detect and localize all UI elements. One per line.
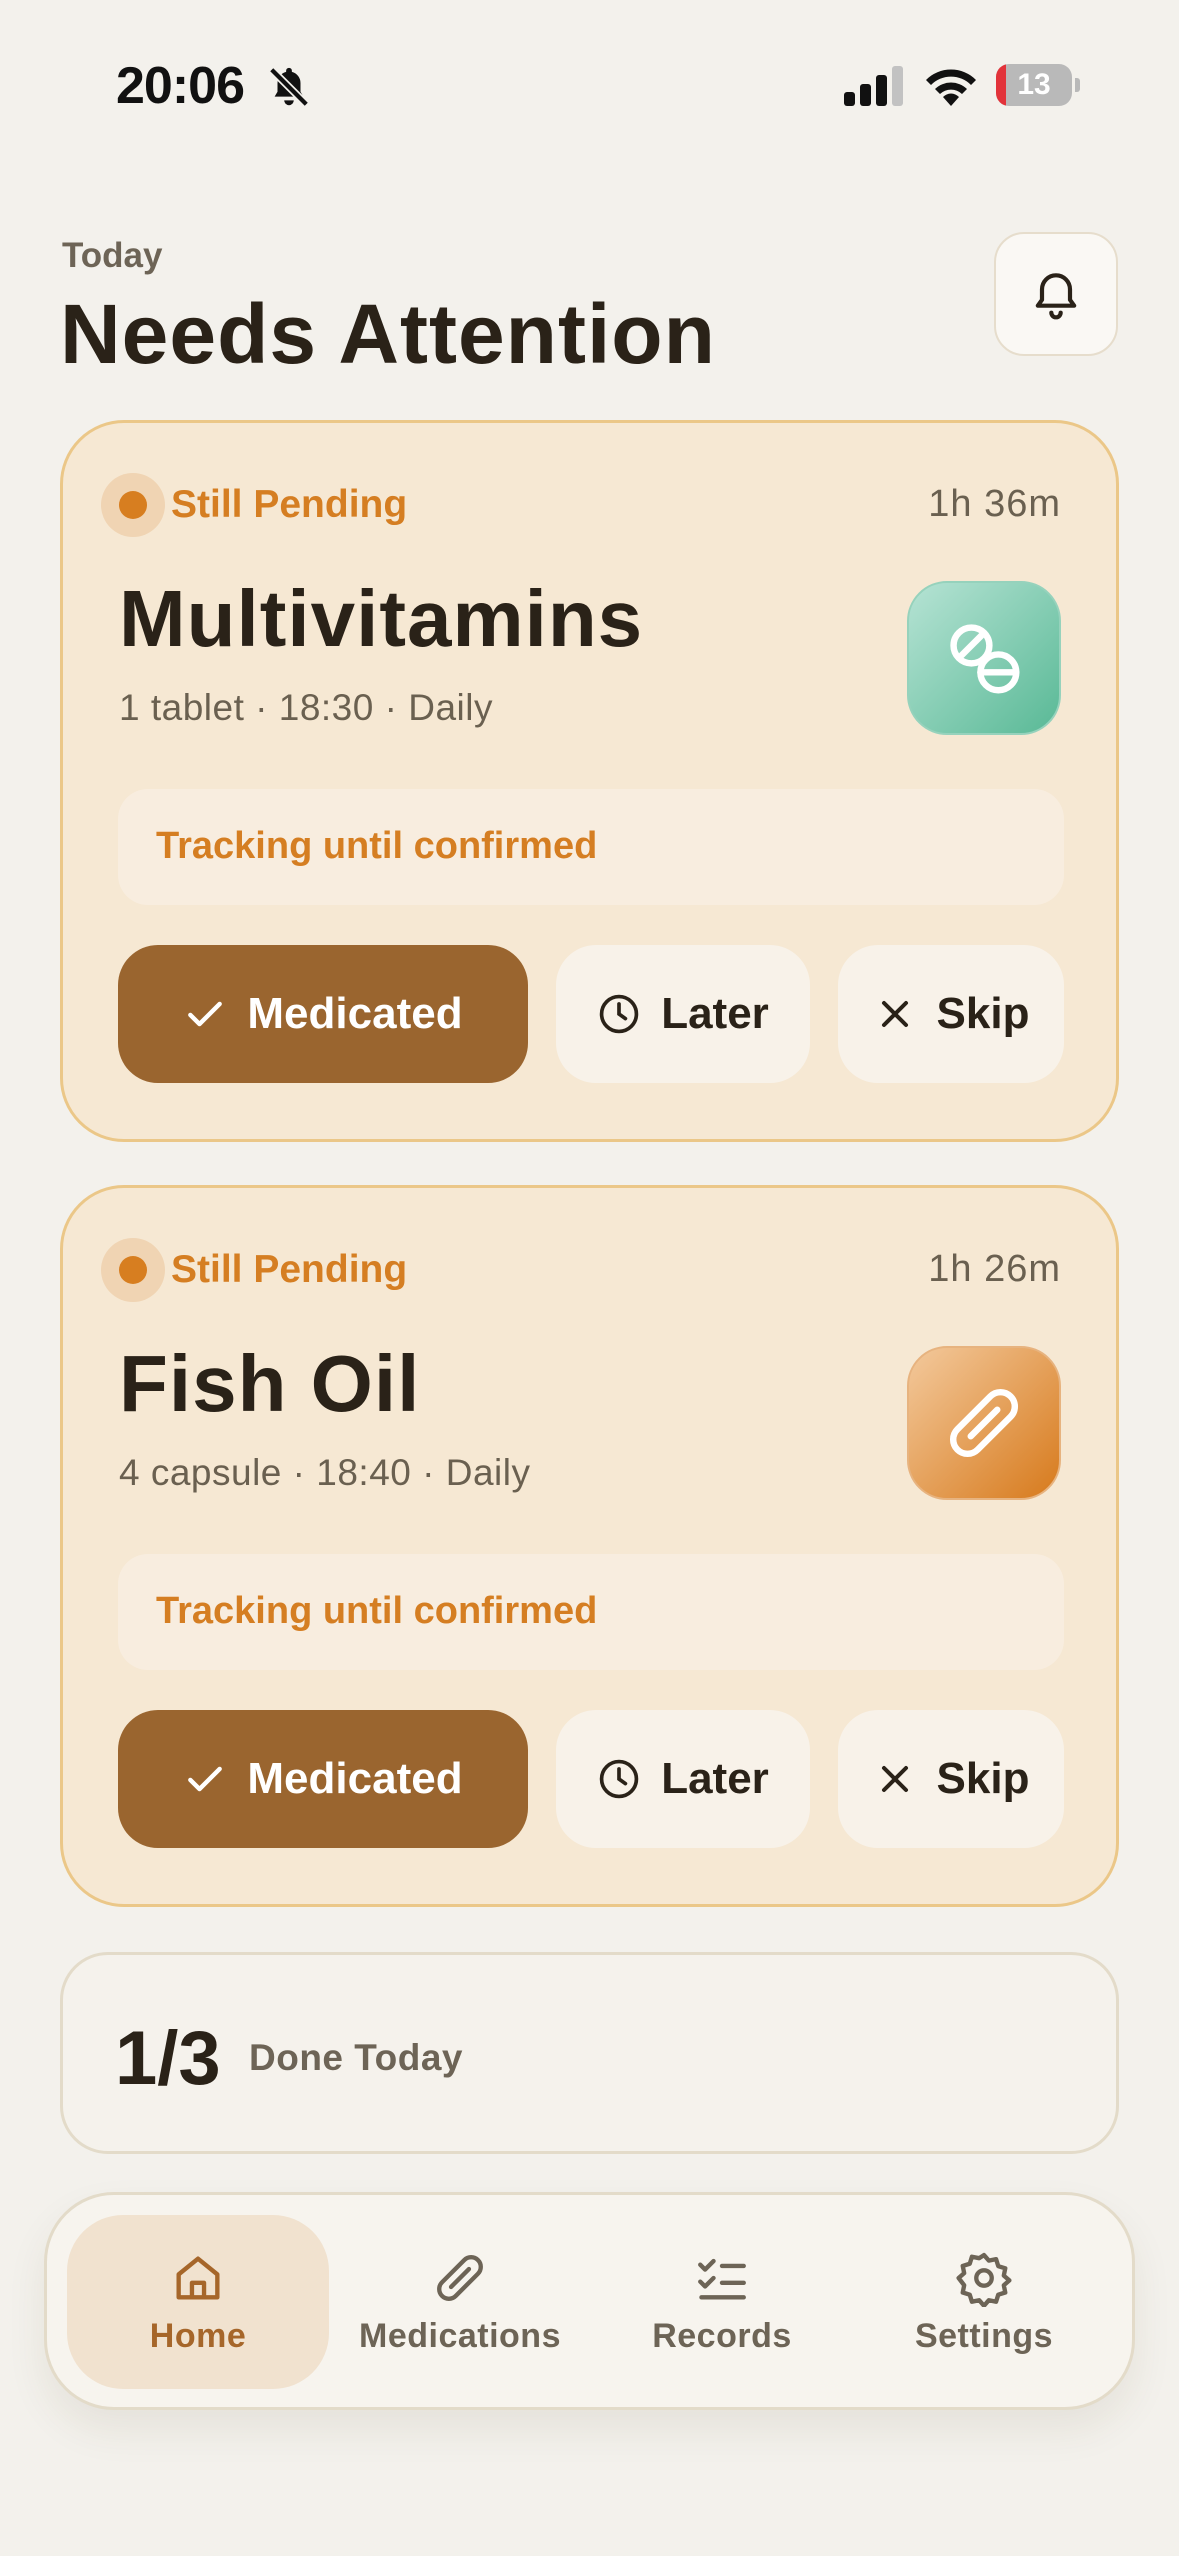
skip-button[interactable]: Skip — [838, 1710, 1064, 1848]
medication-detail: 1 tablet · 18:30 · Daily — [119, 687, 493, 728]
check-icon — [188, 1766, 223, 1792]
status-label: Still Pending — [171, 1248, 408, 1291]
capsule-icon — [437, 2254, 483, 2301]
page-title: Needs Attention — [60, 287, 716, 381]
tablets-icon — [950, 624, 1020, 694]
pending-dot — [101, 473, 165, 537]
tab-medications[interactable]: Medications — [329, 2215, 591, 2389]
close-icon — [881, 1000, 908, 1028]
countdown: 1h 26m — [928, 1248, 1061, 1290]
later-label: Later — [661, 1754, 769, 1803]
medication-icon-tile — [907, 1346, 1061, 1500]
clock-icon — [599, 994, 639, 1034]
later-button[interactable]: Later — [556, 945, 810, 1083]
medication-name: Multivitamins — [119, 574, 644, 663]
later-label: Later — [661, 989, 769, 1038]
capsule-icon — [949, 1388, 1019, 1458]
tab-bar: Home Medications Records Settings — [44, 2192, 1135, 2410]
status-time: 20:06 — [116, 57, 245, 115]
cellular-signal-icon — [844, 66, 903, 106]
pending-dot — [101, 1238, 165, 1302]
status-bar: 20:06 13 — [0, 0, 1179, 170]
medicated-label: Medicated — [247, 1754, 463, 1803]
checklist-icon — [698, 2258, 746, 2300]
battery-indicator: 13 — [996, 64, 1080, 106]
tracking-banner: Tracking until confirmed — [118, 1554, 1064, 1670]
bell-icon — [1035, 273, 1077, 320]
skip-label: Skip — [936, 1754, 1030, 1803]
tracking-text: Tracking until confirmed — [156, 825, 598, 867]
medication-card: Still Pending 1h 26m Fish Oil 4 capsule … — [60, 1185, 1119, 1907]
bell-slash-icon — [269, 67, 309, 107]
medicated-button[interactable]: Medicated — [118, 1710, 528, 1848]
later-button[interactable]: Later — [556, 1710, 810, 1848]
done-label: Done Today — [249, 2037, 463, 2078]
medicated-label: Medicated — [247, 989, 463, 1038]
medication-card: Still Pending 1h 36m Multivitamins 1 tab… — [60, 420, 1119, 1142]
gear-icon — [956, 2252, 1012, 2307]
tab-settings-label: Settings — [914, 2316, 1054, 2355]
skip-button[interactable]: Skip — [838, 945, 1064, 1083]
header-subtitle: Today — [62, 236, 163, 275]
medication-name: Fish Oil — [119, 1339, 421, 1428]
tab-medications-label: Medications — [359, 2316, 561, 2355]
skip-label: Skip — [936, 989, 1030, 1038]
tracking-text: Tracking until confirmed — [156, 1590, 598, 1632]
medication-icon-tile — [907, 581, 1061, 735]
wifi-icon — [926, 69, 976, 106]
notifications-button[interactable] — [994, 232, 1118, 356]
tab-home-label: Home — [149, 2316, 247, 2355]
check-icon — [188, 1001, 223, 1027]
countdown: 1h 36m — [928, 483, 1061, 525]
medicated-button[interactable]: Medicated — [118, 945, 528, 1083]
tab-records[interactable]: Records — [591, 2215, 853, 2389]
tab-home[interactable]: Home — [67, 2215, 329, 2389]
tab-records-label: Records — [652, 2316, 792, 2355]
medication-detail: 4 capsule · 18:40 · Daily — [119, 1452, 531, 1493]
home-icon — [176, 2255, 220, 2300]
close-icon — [881, 1765, 908, 1793]
done-count: 1/3 — [115, 2016, 221, 2101]
tracking-banner: Tracking until confirmed — [118, 789, 1064, 905]
tab-settings[interactable]: Settings — [853, 2215, 1115, 2389]
battery-percent: 13 — [1017, 68, 1051, 101]
done-today-card[interactable]: 1/3 Done Today — [60, 1952, 1119, 2154]
clock-icon — [599, 1759, 639, 1799]
status-label: Still Pending — [171, 483, 408, 526]
